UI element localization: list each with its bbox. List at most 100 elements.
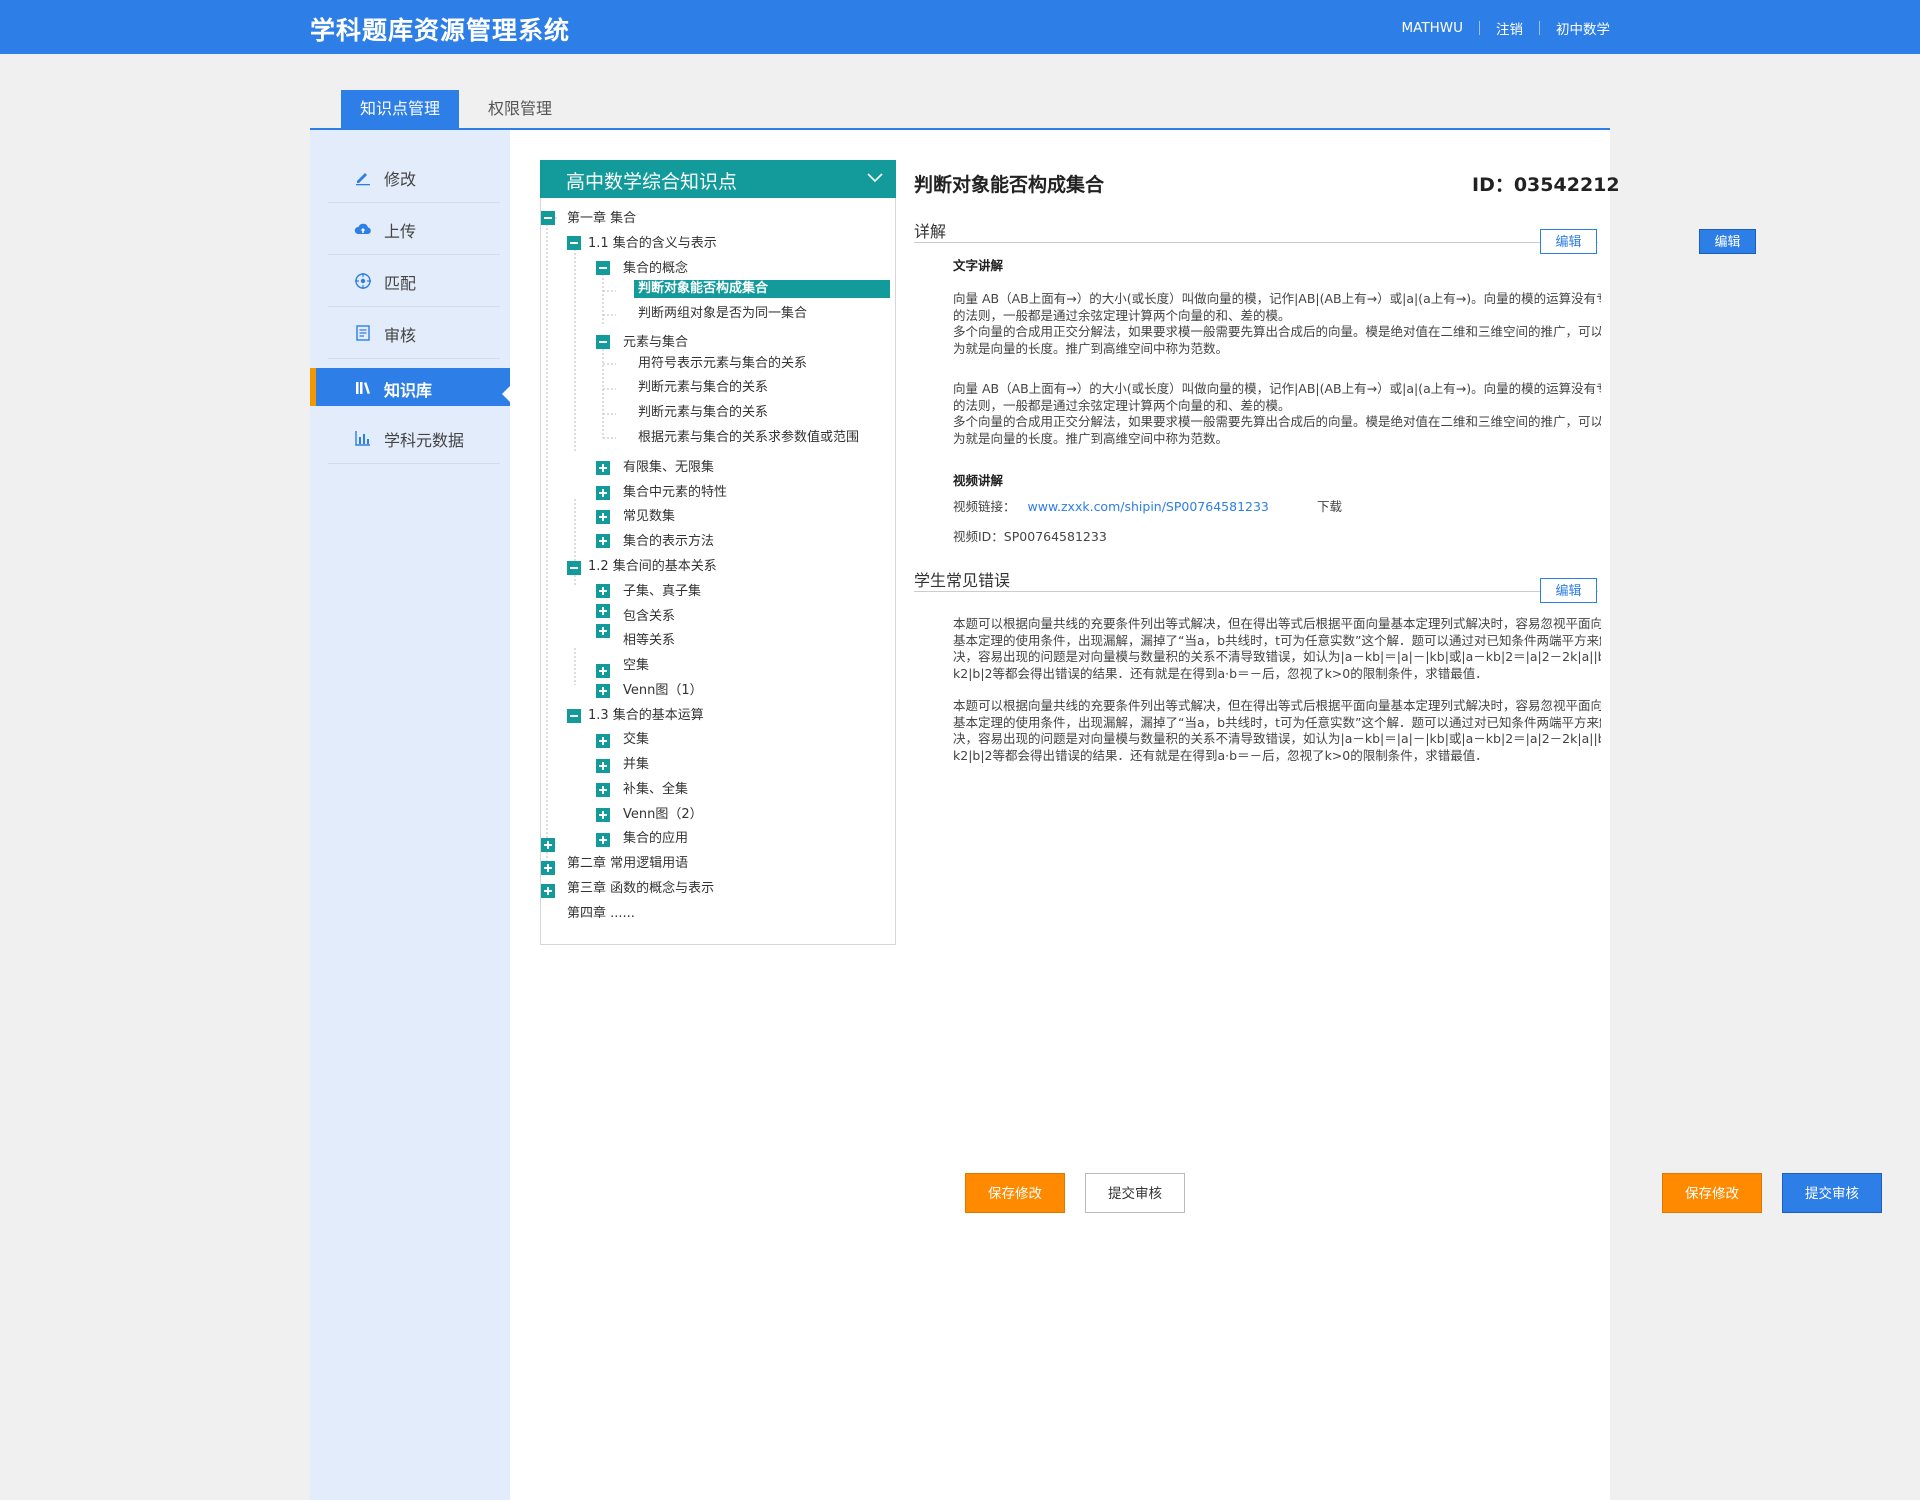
sidebar-item-label: 修改 <box>384 170 417 189</box>
text-line: 向量 AB（AB上面有→）的大小(或长度）叫做向量的模，记作|AB|(AB上有→… <box>953 381 1601 396</box>
expand-toggle[interactable] <box>596 734 610 748</box>
logout-link[interactable]: 注销 <box>1496 18 1523 38</box>
knowledge-tree-header[interactable]: 高中数学综合知识点 <box>540 160 896 198</box>
tree-node[interactable]: 子集、真子集 <box>623 583 701 601</box>
cloud-upload-icon <box>354 223 371 234</box>
text-line: k2|b|2等都会得出错误的结果．还有就是在得到a·b＝－后，忽视了k>0的限制… <box>953 748 1488 764</box>
tree-node[interactable]: Venn图（1） <box>623 682 703 700</box>
expand-toggle[interactable] <box>596 783 610 797</box>
collapse-toggle[interactable] <box>596 261 610 275</box>
top-nav: MATHWU 注销 初中数学 <box>1402 18 1610 38</box>
edit-explanation-button[interactable]: 编辑 <box>1540 229 1597 254</box>
sidebar-item-upload[interactable]: 上传 <box>328 203 500 255</box>
divider <box>914 242 1598 243</box>
collapse-toggle[interactable] <box>567 561 581 575</box>
sidebar-item-label: 学科元数据 <box>384 431 465 450</box>
chevron-down-icon[interactable] <box>866 168 884 186</box>
download-link[interactable]: 下载 <box>1317 496 1342 515</box>
expand-toggle[interactable] <box>596 833 610 847</box>
expand-toggle[interactable] <box>596 684 610 698</box>
user-name-link[interactable]: MATHWU <box>1402 20 1463 36</box>
submit-review-button-sample[interactable]: 提交审核 <box>1782 1173 1882 1213</box>
section-title-common-errors: 学生常见错误 <box>914 571 1011 590</box>
tree-node[interactable]: 第四章 ...... <box>567 905 635 923</box>
video-link[interactable]: www.zxxk.com/shipin/SP00764581233 <box>1028 499 1269 514</box>
tree-node[interactable]: 根据元素与集合的关系求参数值或范围 <box>638 429 859 447</box>
tree-node[interactable]: 包含关系 <box>623 608 675 626</box>
sidebar-item-label: 审核 <box>384 326 417 345</box>
submit-review-button[interactable]: 提交审核 <box>1085 1173 1185 1213</box>
expand-toggle[interactable] <box>596 510 610 524</box>
divider <box>1479 21 1480 35</box>
tree-node[interactable]: 补集、全集 <box>623 781 688 799</box>
expand-toggle[interactable] <box>596 624 610 638</box>
expand-toggle[interactable] <box>596 534 610 548</box>
video-link-label: 视频链接： <box>953 499 1016 514</box>
expand-toggle[interactable] <box>541 838 555 852</box>
library-icon <box>356 382 370 394</box>
tree-node[interactable]: 集合的概念 <box>623 260 688 278</box>
subject-link[interactable]: 初中数学 <box>1556 18 1610 38</box>
collapse-toggle[interactable] <box>567 709 581 723</box>
text-line: 多个向量的合成用正交分解法，如果要求模一般需要先算出合成后的向量。模是绝对值在二… <box>953 414 1601 430</box>
tree-node[interactable]: Venn图（2） <box>623 806 703 824</box>
tree-node[interactable]: 第二章 常用逻辑用语 <box>567 855 688 873</box>
tree-node[interactable]: 有限集、无限集 <box>623 459 714 477</box>
tab-knowledge[interactable]: 知识点管理 <box>341 90 459 128</box>
tree-node[interactable]: 用符号表示元素与集合的关系 <box>638 355 807 373</box>
sidebar-item-metadata[interactable]: 学科元数据 <box>328 412 500 464</box>
tree-node[interactable]: 1.1 集合的含义与表示 <box>588 235 717 253</box>
tree-node[interactable]: 第一章 集合 <box>567 210 636 228</box>
tree-node[interactable]: 1.2 集合间的基本关系 <box>588 558 717 576</box>
expand-toggle[interactable] <box>596 461 610 475</box>
knowledge-point-id: ID：03542212 <box>1472 174 1620 196</box>
tree-node[interactable]: 判断元素与集合的关系 <box>638 404 768 422</box>
tree-node[interactable]: 相等关系 <box>623 632 675 650</box>
app-title: 学科题库资源管理系统 <box>310 16 571 45</box>
tree-node[interactable]: 集合的表示方法 <box>623 533 714 551</box>
tab-permissions[interactable]: 权限管理 <box>460 90 580 128</box>
expand-toggle[interactable] <box>596 584 610 598</box>
sidebar-item-edit[interactable]: 修改 <box>328 151 500 203</box>
crosshair-icon <box>355 273 371 289</box>
video-explanation-heading: 视频讲解 <box>953 473 1004 488</box>
sidebar-item-label: 上传 <box>384 222 417 241</box>
tree-node[interactable]: 判断元素与集合的关系 <box>638 379 768 397</box>
tree-node[interactable]: 1.3 集合的基本运算 <box>588 707 704 725</box>
tree-node[interactable]: 第三章 函数的概念与表示 <box>567 880 714 898</box>
collapse-toggle[interactable] <box>541 211 555 225</box>
text-line: 基本定理的使用条件，出现漏解，漏掉了“当a，b共线时，t可为任意实数”这个解．题… <box>953 632 1601 648</box>
expand-toggle[interactable] <box>596 808 610 822</box>
save-changes-button-sample[interactable]: 保存修改 <box>1662 1173 1762 1213</box>
save-changes-button[interactable]: 保存修改 <box>965 1173 1065 1213</box>
knowledge-point-title: 判断对象能否构成集合 <box>914 174 1105 196</box>
text-line: 的法则，一般都是通过余弦定理计算两个向量的和、差的模。 <box>953 307 1291 323</box>
expand-toggle[interactable] <box>596 604 610 618</box>
collapse-toggle[interactable] <box>596 335 610 349</box>
sidebar-item-review[interactable]: 审核 <box>328 307 500 359</box>
expand-toggle[interactable] <box>541 861 555 875</box>
tree-node[interactable]: 集合中元素的特性 <box>623 484 727 502</box>
edit-common-errors-button[interactable]: 编辑 <box>1540 578 1597 603</box>
tree-node[interactable]: 集合的应用 <box>623 830 688 848</box>
divider <box>1539 21 1540 35</box>
text-line: 为就是向量的长度。推广到高维空间中称为范数。 <box>953 431 1229 447</box>
tree-node[interactable]: 空集 <box>623 657 649 675</box>
tree-node-selected[interactable]: 判断对象能否构成集合 <box>634 280 890 298</box>
tree-node[interactable]: 元素与集合 <box>623 334 688 352</box>
tree-node[interactable]: 常见数集 <box>623 508 675 526</box>
expand-toggle[interactable] <box>596 664 610 678</box>
tree-node[interactable]: 判断两组对象是否为同一集合 <box>638 305 807 323</box>
collapse-toggle[interactable] <box>567 236 581 250</box>
section-title-explanation: 详解 <box>914 222 947 241</box>
expand-toggle[interactable] <box>596 759 610 773</box>
edit-button-sample[interactable]: 编辑 <box>1699 229 1756 254</box>
expand-toggle[interactable] <box>596 486 610 500</box>
expand-toggle[interactable] <box>541 884 555 898</box>
tree-node[interactable]: 交集 <box>623 731 649 749</box>
sidebar-item-library[interactable]: 知识库 <box>310 368 511 406</box>
sidebar-item-match[interactable]: 匹配 <box>328 255 500 307</box>
top-bar: 学科题库资源管理系统 MATHWU 注销 初中数学 <box>0 0 1920 54</box>
tree-node[interactable]: 并集 <box>623 756 649 774</box>
tree-header-title: 高中数学综合知识点 <box>566 171 738 193</box>
